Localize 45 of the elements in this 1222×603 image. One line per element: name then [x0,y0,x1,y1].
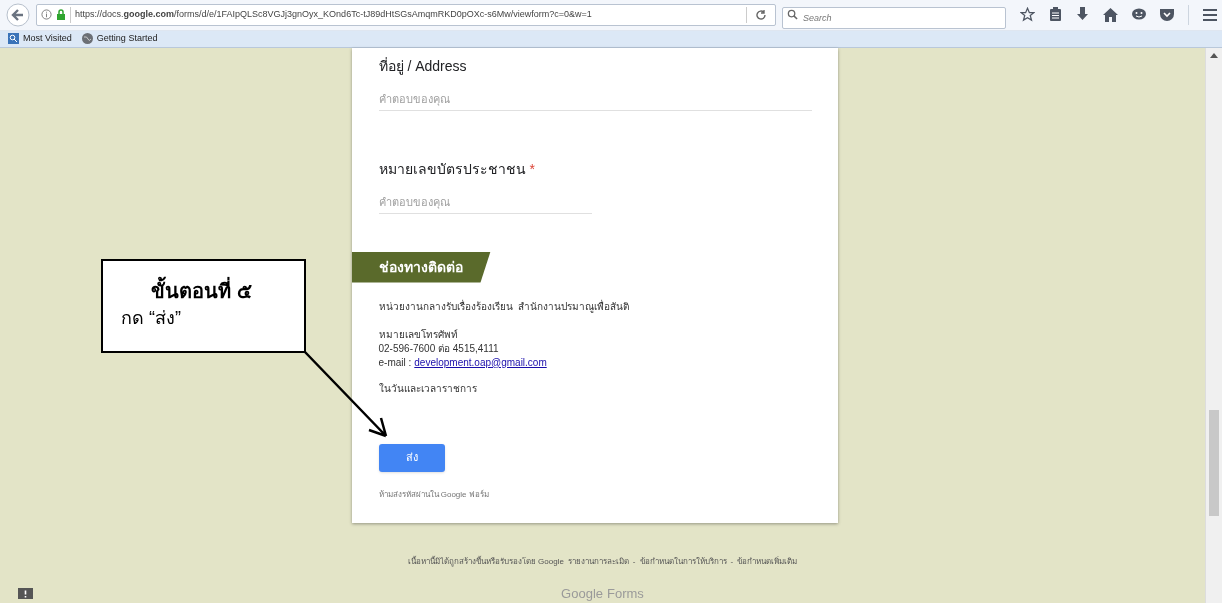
pocket-icon[interactable] [1160,8,1174,22]
feedback-icon[interactable] [18,588,33,601]
question-title: ที่อยู่ / Address [378,56,468,77]
clipboard-icon[interactable] [1049,7,1062,23]
lock-icon[interactable] [56,9,66,21]
search-icon[interactable] [787,8,798,20]
separator-text: - [730,555,734,568]
section-header: ช่องทางติดต่อ [351,251,491,283]
required-mark: * [529,160,535,177]
body-text: 02-596-7600 ต่อ 4515,4111 [378,341,500,356]
chat-icon[interactable] [1132,8,1146,22]
menu-icon[interactable] [1203,8,1217,21]
callout-text: กด “ส่ง” [121,307,182,329]
body-text: ในวันและเวลาราชการ [378,381,478,396]
email-label: e-mail : [378,355,412,370]
body-text: หน่วยงานกลางรับเรื่องร้องเรียน สำนักงานปรมาณูเพื่อสันติ [378,298,631,314]
home-icon[interactable] [1103,7,1118,22]
globe-icon[interactable] [81,33,93,45]
answer-field[interactable]: คำตอบของคุณ [378,88,812,111]
bookmarks-icon[interactable] [8,33,19,45]
footer-text: เนื้อหานี้มิได้ถูกสร้างขึ้นหรือรับรองโดย Google [407,555,564,568]
submit-button[interactable]: ส่ง [378,443,445,472]
scroll-up-icon[interactable] [1210,51,1218,58]
bookmark-link[interactable]: Getting Started [81,31,158,46]
url-text: https://docs.google.com/forms/d/e/1FAIpQLSc8VGJj3gnOyx_KOnd6Tc-tJ89dHtSGsAmqmRKD0pOXc-s6Mw/viewform?c=0&w=1 [75,8,593,22]
logo-text: Forms [607,584,644,603]
separator-text: - [632,555,636,568]
url-field[interactable]: https://docs.google.com/forms/d/e/1FAIpQLSc8VGJj3gnOyx_KOnd6Tc-tJ89dHtSGsAmqmRKD0pOXc-s6Mw/viewform?c=0&w=1 [36,3,776,26]
scroll-thumb[interactable] [1209,409,1219,516]
password-note: ห้ามส่งรหัสผ่านใน Google ฟอร์ม [378,488,490,501]
back-icon[interactable] [6,2,30,27]
footer-link[interactable]: รายงานการละเมิด [567,555,629,568]
answer-field[interactable]: คำตอบของคุณ [378,191,592,214]
bookmark-link[interactable]: Most Visited [8,31,72,46]
logo-text: Google [561,584,604,603]
email-link[interactable]: development.oap@gmail.com [414,355,547,370]
info-icon[interactable] [41,9,52,21]
search-field[interactable]: Search [782,6,1006,29]
star-icon[interactable] [1020,7,1035,23]
footer-link[interactable]: ข้อกำหนดในการให้บริการ [639,555,727,568]
footer-link[interactable]: ข้อกำหนดเพิ่มเติม [737,555,798,568]
body-text: หมายเลขโทรศัพท์ [378,327,459,342]
scrollbar[interactable] [1205,47,1222,603]
download-icon[interactable] [1076,7,1089,23]
question-title: หมายเลขบัตรประชาชน * [378,159,536,179]
